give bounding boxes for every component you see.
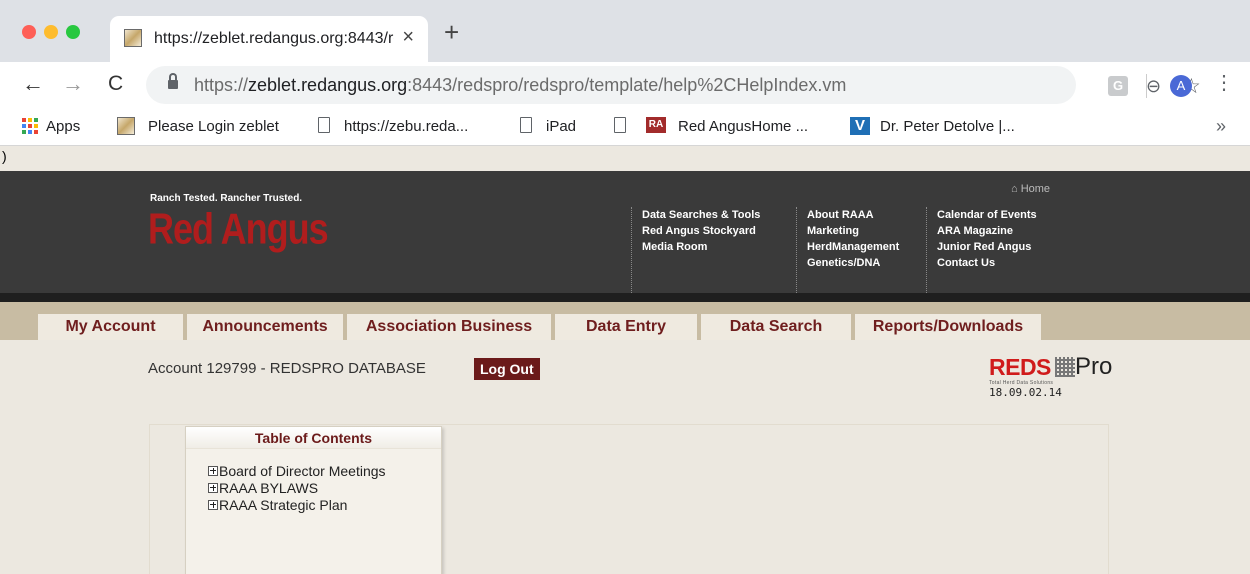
toc-list: Board of Director Meetings RAAA BYLAWS R… — [208, 462, 386, 513]
toc-item-strategic-plan[interactable]: RAAA Strategic Plan — [208, 496, 386, 513]
link-marketing[interactable]: Marketing — [807, 223, 926, 239]
site-favicon-icon — [124, 29, 142, 47]
toc-item-label[interactable]: Board of Director Meetings — [219, 463, 386, 479]
url-text[interactable]: https://zeblet.redangus.org:8443/redspro… — [194, 75, 846, 96]
bookmark-zebu[interactable]: https://zebu.reda... — [344, 118, 468, 135]
toc-item-board-meetings[interactable]: Board of Director Meetings — [208, 462, 386, 479]
redspro-logo: REDS Pro — [989, 353, 1113, 381]
page-icon — [318, 117, 330, 133]
tab-data-search[interactable]: Data Search — [701, 314, 851, 340]
stray-character: ) — [2, 148, 7, 164]
bookmark-please-login[interactable]: Please Login zeblet — [148, 118, 279, 135]
tab-announcements[interactable]: Announcements — [187, 314, 343, 340]
bookmark-red-angus-home[interactable]: Red AngusHome ... — [678, 118, 808, 135]
bookmarks-bar: Apps Please Login zeblet https://zebu.re… — [0, 108, 1250, 146]
site-tagline: Ranch Tested. Rancher Trusted. — [150, 193, 303, 204]
tab-close-icon[interactable]: × — [402, 26, 414, 49]
expand-plus-icon[interactable] — [208, 465, 218, 476]
expand-plus-icon[interactable] — [208, 499, 218, 510]
toolbar-divider — [1146, 74, 1147, 98]
back-arrow-icon[interactable]: ← — [22, 73, 44, 95]
header-links-column-3: Calendar of Events ARA Magazine Junior R… — [926, 207, 1076, 295]
lock-icon[interactable] — [168, 73, 178, 90]
page-icon[interactable] — [614, 117, 626, 133]
page-icon — [520, 117, 532, 133]
browser-toolbar: ← → C https://zeblet.redangus.org:8443/r… — [0, 62, 1250, 108]
tab-data-entry[interactable]: Data Entry — [555, 314, 697, 340]
site-header: Ranch Tested. Rancher Trusted. Red Angus… — [0, 171, 1250, 295]
link-calendar-of-events[interactable]: Calendar of Events — [937, 207, 1076, 223]
link-data-searches-tools[interactable]: Data Searches & Tools — [642, 207, 797, 223]
link-media-room[interactable]: Media Room — [642, 239, 797, 255]
profile-avatar[interactable]: A — [1170, 75, 1192, 97]
new-tab-button[interactable]: + — [444, 19, 459, 45]
link-genetics-dna[interactable]: Genetics/DNA — [807, 255, 926, 271]
zoom-icon[interactable]: ⊖ — [1146, 76, 1161, 97]
apps-grid-icon[interactable] — [22, 118, 38, 134]
link-red-angus-stockyard[interactable]: Red Angus Stockyard — [642, 223, 797, 239]
link-about-raaa[interactable]: About RAAA — [807, 207, 926, 223]
tab-my-account[interactable]: My Account — [38, 314, 183, 340]
site-favicon-icon — [117, 117, 135, 135]
extension-g-icon[interactable]: G — [1108, 76, 1128, 96]
bookmarks-overflow-icon[interactable]: » — [1216, 116, 1226, 137]
link-contact-us[interactable]: Contact Us — [937, 255, 1076, 271]
header-links-column-1: Data Searches & Tools Red Angus Stockyar… — [631, 207, 797, 295]
tab-title: https://zeblet.redangus.org:8443/redspro… — [154, 30, 394, 47]
address-bar[interactable]: https://zeblet.redangus.org:8443/redspro… — [146, 66, 1201, 104]
header-links-column-2: About RAAA Marketing HerdManagement Gene… — [796, 207, 926, 295]
minimize-window-button[interactable] — [44, 25, 58, 39]
reload-icon[interactable]: C — [108, 73, 123, 95]
toc-item-bylaws[interactable]: RAAA BYLAWS — [208, 479, 386, 496]
browser-tab[interactable]: https://zeblet.redangus.org:8443/redspro… — [110, 16, 428, 62]
table-of-contents: Table of Contents Board of Director Meet… — [185, 426, 442, 574]
bookmark-dr-peter[interactable]: Dr. Peter Detolve |... — [880, 118, 1015, 135]
bookmark-ipad[interactable]: iPad — [546, 118, 576, 135]
v-icon: V — [850, 117, 870, 135]
tab-association-business[interactable]: Association Business — [347, 314, 551, 340]
toc-item-label[interactable]: RAAA Strategic Plan — [219, 497, 347, 513]
version-number: 18.09.02.14 — [989, 386, 1062, 399]
link-herd-management[interactable]: HerdManagement — [807, 239, 926, 255]
link-ara-magazine[interactable]: ARA Magazine — [937, 223, 1076, 239]
forward-arrow-icon[interactable]: → — [62, 73, 84, 95]
browser-tab-strip: https://zeblet.redangus.org:8443/redspro… — [0, 0, 1250, 62]
log-out-button[interactable]: Log Out — [474, 358, 540, 380]
redspro-logo-pro: Pro — [1075, 353, 1113, 380]
bookmark-apps[interactable]: Apps — [46, 118, 80, 135]
toc-title: Table of Contents — [186, 427, 441, 449]
redspro-grid-icon — [1055, 357, 1075, 377]
more-menu-icon[interactable]: ⋮ — [1214, 72, 1234, 94]
maximize-window-button[interactable] — [66, 25, 80, 39]
expand-plus-icon[interactable] — [208, 482, 218, 493]
close-window-button[interactable] — [22, 25, 36, 39]
redspro-logo-reds: REDS — [989, 354, 1051, 380]
toc-item-label[interactable]: RAAA BYLAWS — [219, 480, 318, 496]
account-info: Account 129799 - REDSPRO DATABASE — [148, 360, 426, 377]
header-divider — [0, 293, 1250, 302]
main-nav: My Account Announcements Association Bus… — [0, 302, 1250, 340]
link-junior-red-angus[interactable]: Junior Red Angus — [937, 239, 1076, 255]
red-angus-icon: RA — [646, 117, 666, 133]
red-angus-logo[interactable]: Red Angus — [148, 204, 329, 254]
home-link[interactable]: ⌂ Home — [1011, 183, 1050, 195]
tab-reports-downloads[interactable]: Reports/Downloads — [855, 314, 1041, 340]
